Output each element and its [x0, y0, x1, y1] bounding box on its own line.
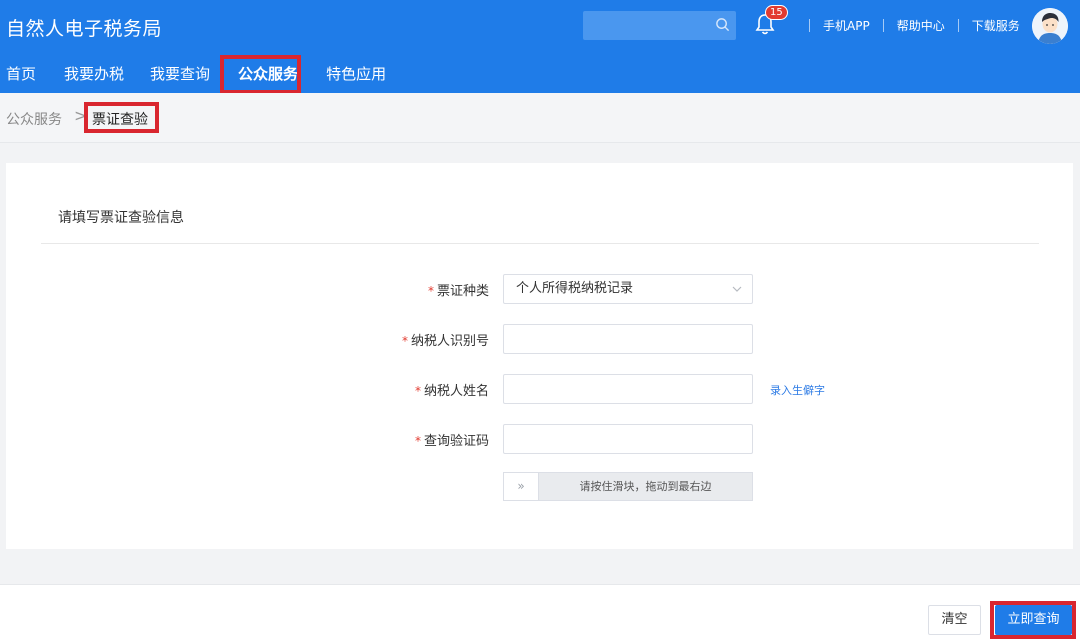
- required-mark: *: [414, 434, 421, 448]
- search-icon[interactable]: [715, 17, 730, 32]
- required-mark: *: [427, 284, 434, 298]
- verification-form-card: 请填写票证查验信息 * 票证种类 个人所得税纳税记录 * 纳税人识别号 * 纳税人姓名…: [6, 163, 1073, 549]
- top-links: 手机APP 帮助中心 下载服务: [796, 17, 1020, 34]
- nav-featured-apps[interactable]: 特色应用: [326, 56, 386, 93]
- nav-public-service[interactable]: 公众服务: [238, 56, 298, 93]
- required-mark: *: [414, 384, 421, 398]
- required-mark: *: [401, 334, 408, 348]
- mobile-app-link[interactable]: 手机APP: [823, 17, 870, 34]
- nav-query[interactable]: 我要查询: [150, 56, 210, 93]
- form-section-title: 请填写票证查验信息: [58, 210, 184, 226]
- verify-code-input[interactable]: [503, 424, 753, 454]
- slider-handle[interactable]: »: [504, 473, 539, 500]
- user-avatar-icon: [1032, 8, 1068, 44]
- ticket-type-label: * 票证种类: [427, 284, 489, 299]
- main-nav: 首页 我要办税 我要查询 公众服务 特色应用: [0, 56, 386, 93]
- divider: [957, 19, 959, 32]
- breadcrumb-parent[interactable]: 公众服务: [6, 109, 62, 129]
- notification-badge: 15: [765, 5, 788, 20]
- search-input[interactable]: [583, 11, 736, 40]
- download-service-link[interactable]: 下载服务: [972, 17, 1020, 34]
- breadcrumb-current: 票证查验: [92, 112, 148, 128]
- help-center-link[interactable]: 帮助中心: [897, 17, 945, 34]
- ticket-type-value: 个人所得税纳税记录: [516, 281, 634, 296]
- top-header: 自然人电子税务局 15 手机APP 帮助中心 下载服务 首页 我要办税 我要查询: [0, 0, 1080, 94]
- form-row-taxpayer-name: * 纳税人姓名 录入生僻字: [6, 374, 1073, 404]
- footer-actions: 清空 立即查询: [0, 584, 1080, 642]
- query-now-button[interactable]: 立即查询: [995, 605, 1072, 635]
- chevron-down-icon: [732, 286, 742, 292]
- form-row-verify-code: * 查询验证码: [6, 424, 1073, 454]
- taxpayer-id-label: * 纳税人识别号: [401, 334, 489, 349]
- form-row-ticket-type: * 票证种类 个人所得税纳税记录: [6, 274, 1073, 304]
- slider-captcha[interactable]: » 请按住滑块，拖动到最右边: [503, 472, 753, 501]
- breadcrumb: 公众服务 > 票证查验: [0, 93, 1080, 143]
- divider: [882, 19, 884, 32]
- breadcrumb-separator: >: [74, 106, 88, 125]
- nav-tax-handling[interactable]: 我要办税: [64, 56, 124, 93]
- rare-character-link[interactable]: 录入生僻字: [770, 382, 825, 398]
- clear-button[interactable]: 清空: [928, 605, 981, 635]
- nav-home[interactable]: 首页: [6, 56, 36, 93]
- slider-hint: 请按住滑块，拖动到最右边: [579, 480, 712, 493]
- avatar[interactable]: [1032, 8, 1068, 44]
- verify-code-label: * 查询验证码: [414, 434, 489, 449]
- divider: [41, 243, 1039, 244]
- divider: [809, 19, 810, 32]
- ticket-type-select[interactable]: 个人所得税纳税记录: [503, 274, 753, 304]
- form-row-taxpayer-id: * 纳税人识别号: [6, 324, 1073, 354]
- app-title[interactable]: 自然人电子税务局: [6, 14, 162, 41]
- taxpayer-name-label: * 纳税人姓名: [414, 384, 489, 399]
- taxpayer-id-input[interactable]: [503, 324, 753, 354]
- taxpayer-name-input[interactable]: [503, 374, 753, 404]
